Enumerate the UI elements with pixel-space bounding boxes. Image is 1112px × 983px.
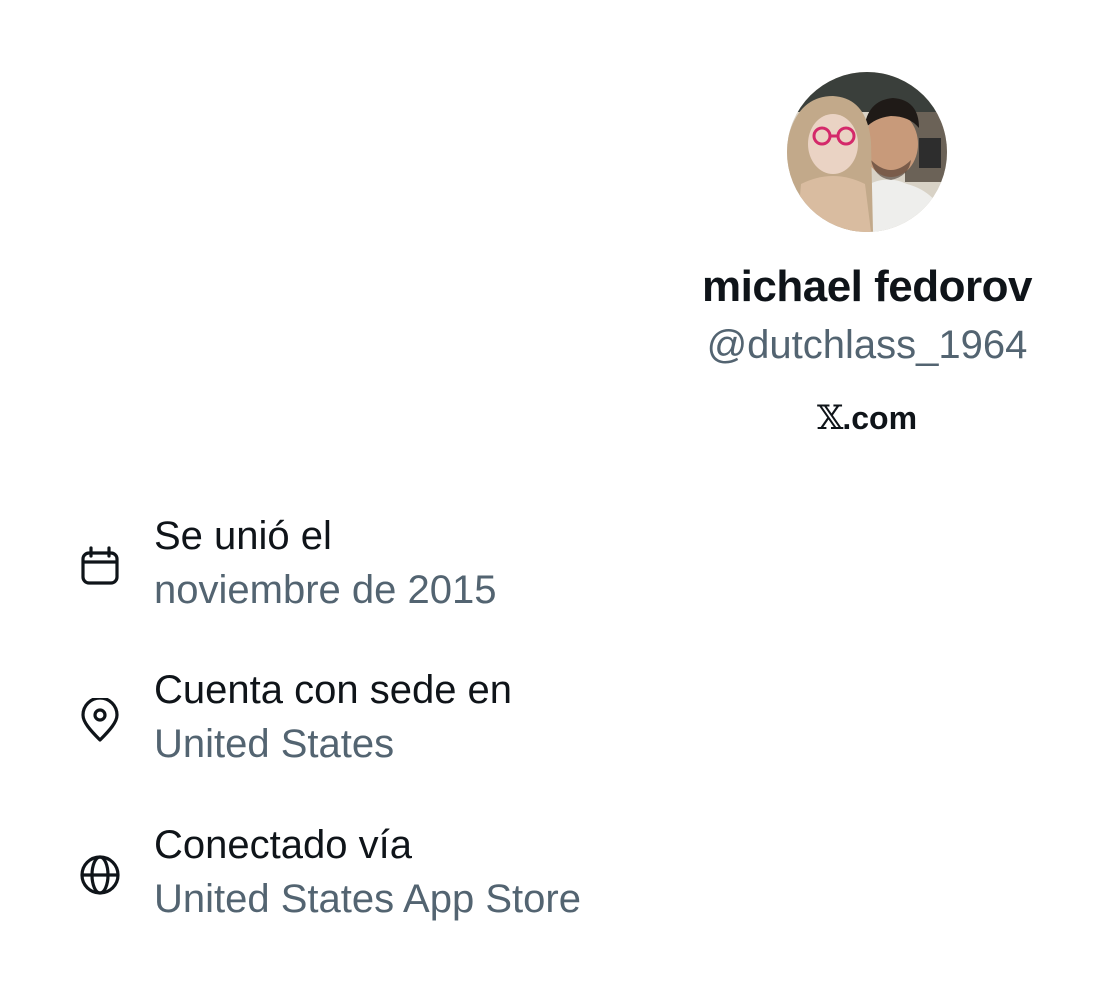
location-label: Cuenta con sede en [154,668,513,712]
connected-value: United States App Store [154,877,581,921]
connected-row: Conectado vía United States App Store [78,823,1078,933]
joined-label: Se unió el [154,514,332,558]
location-pin-icon [78,696,124,744]
avatar-photo [787,72,947,232]
connected-label: Conectado vía [154,823,412,867]
joined-date: noviembre de 2015 [154,568,497,612]
location-row: Cuenta con sede en United States [78,668,1078,778]
calendar-icon [78,544,124,590]
site-suffix: .com [842,400,918,436]
profile-header: michael fedorov @dutchlass_1964 𝕏.com [632,0,1102,450]
joined-row: Se unió el noviembre de 2015 [78,514,1078,624]
location-value: United States [154,722,395,766]
x-logo-icon: 𝕏 [816,398,843,438]
site-brand: 𝕏.com [632,398,1102,438]
username-handle[interactable]: @dutchlass_1964 [632,323,1102,368]
globe-icon [78,853,124,899]
avatar[interactable] [787,72,947,232]
display-name: michael fedorov [702,262,1032,311]
